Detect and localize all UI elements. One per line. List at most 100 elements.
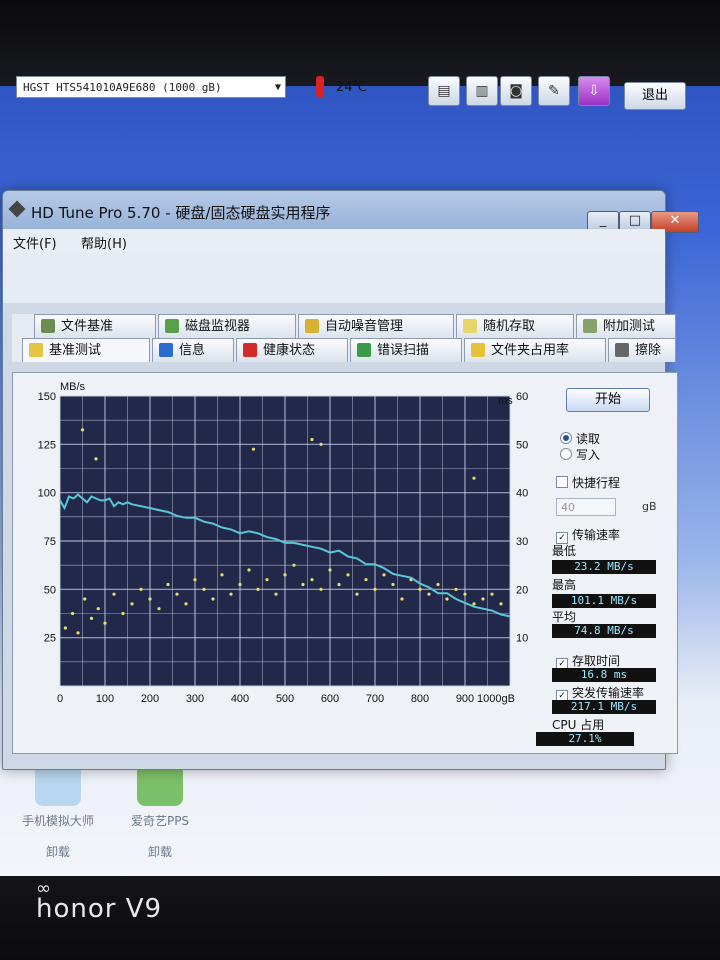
extra-tests-icon xyxy=(583,319,597,333)
access-time-point xyxy=(103,621,107,625)
exit-button[interactable]: 退出 xyxy=(624,82,686,110)
y-right-tick-label: 30 xyxy=(516,536,528,548)
access-time-point xyxy=(157,607,161,611)
tab-label: 自动噪音管理 xyxy=(325,319,404,334)
access-time-point xyxy=(112,592,116,596)
tab-random-access[interactable]: 随机存取 xyxy=(456,314,574,338)
copy-all-icon[interactable]: ▥ xyxy=(466,76,498,106)
y-right-tick-label: 50 xyxy=(516,439,528,451)
tab-error-scan[interactable]: 错误扫描 xyxy=(350,338,462,362)
tab-health[interactable]: 健康状态 xyxy=(236,338,348,362)
watermark-dots: ∞ xyxy=(36,878,52,899)
access-time-point xyxy=(427,592,431,596)
y-right-tick-label: 20 xyxy=(516,584,528,596)
drive-select[interactable]: HGST HTS541010A9E680 (1000 gB) ▼ xyxy=(16,76,286,98)
desktop-icon-sub: 卸载 xyxy=(147,845,172,859)
x-tick-label: 500 xyxy=(276,693,294,705)
menu-help[interactable]: 帮助(H) xyxy=(81,233,127,252)
access-time-point xyxy=(391,582,395,587)
start-button[interactable]: 开始 xyxy=(566,388,650,412)
cpu-label: CPU 占用 xyxy=(552,718,605,732)
y-right-tick-label: 10 xyxy=(516,633,528,645)
max-value: 101.1 MB/s xyxy=(552,594,656,608)
access-time-point xyxy=(445,597,449,601)
tab-file-benchmark[interactable]: 文件基准 xyxy=(34,314,156,338)
max-label: 最高 xyxy=(552,578,577,592)
save-down-arrow-icon[interactable]: ⇩ xyxy=(578,76,610,106)
right-unit: ms xyxy=(498,395,513,407)
menu-bar: 文件(F) 帮助(H) xyxy=(3,229,665,253)
x-tick-label: 400 xyxy=(231,693,249,705)
tab-extra-tests[interactable]: 附加测试 xyxy=(576,314,676,338)
toolbar xyxy=(3,253,665,303)
options-icon[interactable]: ✎ xyxy=(538,76,570,106)
access-time-outlier xyxy=(310,437,314,442)
tab-folder-usage[interactable]: 文件夹占用率 xyxy=(464,338,606,362)
y-right-tick-label: 60 xyxy=(516,391,528,403)
monitor-chart-icon xyxy=(165,319,179,333)
access-time-point xyxy=(76,631,80,635)
radio-read[interactable]: 读取 xyxy=(560,430,600,447)
drive-select-value: HGST HTS541010A9E680 (1000 gB) xyxy=(23,81,222,94)
y-axis-left-ticks: 150 125 100 75 50 25 xyxy=(38,391,56,645)
access-time-point xyxy=(499,602,503,606)
desktop-icon-phone-sim[interactable]: 手机模拟大师 卸载 xyxy=(8,760,108,860)
access-time-point xyxy=(319,587,323,591)
x-tick-label: 800 xyxy=(411,693,429,705)
camera-icon[interactable]: ◙ xyxy=(500,76,532,106)
speaker-icon xyxy=(305,319,319,333)
access-time-point xyxy=(400,597,404,601)
checkbox-short-stroke[interactable]: 快捷行程 xyxy=(556,474,620,491)
access-time-point xyxy=(89,616,94,620)
min-label: 最低 xyxy=(552,544,577,558)
access-time-point xyxy=(148,597,152,601)
thermometer-icon xyxy=(310,72,332,102)
access-time-point xyxy=(238,582,242,587)
magnifier-icon xyxy=(357,343,371,357)
camera-watermark: ∞ honor V9 xyxy=(36,878,162,924)
x-tick-label: 200 xyxy=(141,693,159,705)
title-bar[interactable]: HD Tune Pro 5.70 - 硬盘/固态硬盘实用程序 xyxy=(3,191,665,229)
app-icon xyxy=(8,200,26,218)
tab-aam[interactable]: 自动噪音管理 xyxy=(298,314,454,338)
y-left-tick-label: 150 xyxy=(38,391,56,403)
tab-info[interactable]: 信息 xyxy=(152,338,234,362)
access-time-point xyxy=(292,563,296,567)
desktop-icon-pps[interactable]: 爱奇艺PPS 卸载 xyxy=(110,760,210,860)
tab-label: 擦除 xyxy=(635,343,662,358)
access-time-point xyxy=(211,597,215,601)
short-stroke-label: 快捷行程 xyxy=(572,476,621,490)
trash-icon xyxy=(615,343,629,357)
radio-read-label: 读取 xyxy=(576,432,601,446)
tab-erase[interactable]: 擦除 xyxy=(608,338,676,362)
tab-label: 磁盘监视器 xyxy=(185,319,251,334)
access-time-point xyxy=(310,578,314,582)
access-time-point xyxy=(229,592,233,596)
radio-write[interactable]: 写入 xyxy=(560,446,600,463)
left-unit: MB/s xyxy=(60,382,86,393)
access-time-point xyxy=(337,582,341,587)
access-time-point xyxy=(436,582,440,587)
access-time-point xyxy=(490,592,494,596)
tab-label: 文件基准 xyxy=(61,319,114,334)
bulb-icon xyxy=(41,319,55,333)
access-time-point xyxy=(130,602,134,606)
access-time-point xyxy=(220,573,224,577)
tab-row-top: 文件基准 磁盘监视器 自动噪音管理 随机存取 附加测试 xyxy=(12,314,676,338)
x-tick-label: 300 xyxy=(186,693,204,705)
chevron-down-icon: ▼ xyxy=(274,82,281,93)
menu-file[interactable]: 文件(F) xyxy=(13,233,57,252)
tab-label: 文件夹占用率 xyxy=(491,343,570,358)
access-time-point xyxy=(83,597,87,601)
transfer-rate-label: 传输速率 xyxy=(572,528,621,542)
tab-disk-monitor[interactable]: 磁盘监视器 xyxy=(158,314,296,338)
burst-rate-value: 217.1 MB/s xyxy=(552,700,656,714)
y-left-tick-label: 25 xyxy=(44,633,56,645)
folder-icon xyxy=(471,343,485,357)
tab-label: 错误扫描 xyxy=(377,343,430,358)
access-time-point xyxy=(96,607,100,611)
tab-benchmark[interactable]: 基准测试 xyxy=(22,338,150,362)
short-stroke-input[interactable]: 40 xyxy=(556,498,616,516)
copy-info-icon[interactable]: ▤ xyxy=(428,76,460,106)
benchmark-chart: MB/s ms 150 125 100 75 50 25 60 50 40 30 20 10 0 10… xyxy=(38,381,529,705)
